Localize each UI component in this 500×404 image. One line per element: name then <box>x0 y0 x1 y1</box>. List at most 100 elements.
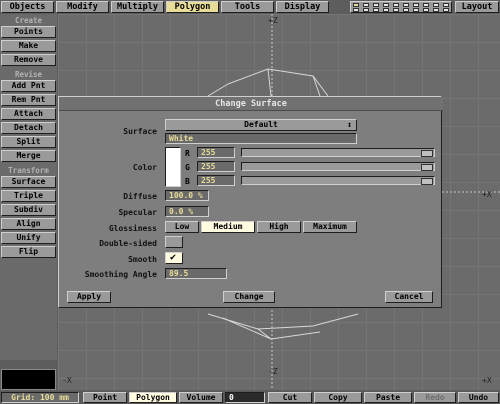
glossiness-medium[interactable]: Medium <box>201 221 255 233</box>
layer-cell[interactable] <box>393 3 399 7</box>
layer-cell[interactable] <box>433 3 439 7</box>
remove-button[interactable]: Remove <box>1 54 56 66</box>
layer-cell[interactable] <box>413 3 419 7</box>
tab-modify[interactable]: Modify <box>56 1 109 13</box>
red-slider-knob[interactable] <box>421 150 433 157</box>
align-button[interactable]: Align <box>1 218 56 230</box>
diffuse-label: Diffuse <box>123 192 157 201</box>
axis-label-right-bottom: +X <box>482 376 492 385</box>
green-slider-knob[interactable] <box>421 164 433 171</box>
glossiness-label: Glossiness <box>108 224 157 233</box>
merge-button[interactable]: Merge <box>1 150 56 162</box>
layer-cell[interactable] <box>443 3 449 7</box>
left-toolbar: Create Points Make Remove Revise Add Pnt… <box>0 14 57 360</box>
unify-button[interactable]: Unify <box>1 232 56 244</box>
axis-label-left-bottom: -X <box>62 376 72 385</box>
layer-cell[interactable] <box>353 8 359 12</box>
triple-button[interactable]: Triple <box>1 190 56 202</box>
paste-button[interactable]: Paste <box>364 392 412 403</box>
layer-grid[interactable] <box>350 1 452 13</box>
dialog-title: Change Surface <box>59 97 443 111</box>
point-mode-button[interactable]: Point <box>83 392 127 403</box>
blue-value-field[interactable]: 255 <box>197 175 235 186</box>
smoothing-angle-label: Smoothing Angle <box>84 270 157 279</box>
layer-cell[interactable] <box>443 8 449 12</box>
preview-box <box>1 369 56 390</box>
dropdown-arrows-icon: ↕ <box>347 120 352 129</box>
tab-objects[interactable]: Objects <box>1 1 54 13</box>
copy-button[interactable]: Copy <box>314 392 362 403</box>
layer-cell[interactable] <box>423 3 429 7</box>
redo-button[interactable]: Redo <box>414 392 456 403</box>
glossiness-high[interactable]: High <box>257 221 301 233</box>
layer-cell[interactable] <box>373 3 379 7</box>
axis-label-right: +X <box>482 190 492 199</box>
red-channel-label: R <box>185 149 190 158</box>
undo-button[interactable]: Undo <box>458 392 499 403</box>
color-swatch[interactable] <box>165 147 181 187</box>
create-group-label: Create <box>14 16 43 25</box>
add-point-button[interactable]: Add Pnt <box>1 80 56 92</box>
layout-button[interactable]: Layout <box>455 1 499 13</box>
subdivide-button[interactable]: Subdiv <box>1 204 56 216</box>
diffuse-field[interactable]: 100.0 % <box>165 190 209 201</box>
green-slider[interactable] <box>241 162 435 171</box>
remove-point-button[interactable]: Rem Pnt <box>1 94 56 106</box>
split-button[interactable]: Split <box>1 136 56 148</box>
attach-button[interactable]: Attach <box>1 108 56 120</box>
color-label: Color <box>132 163 157 172</box>
axis-label-top: +Z <box>268 16 278 25</box>
layer-cell[interactable] <box>393 8 399 12</box>
smoothing-angle-field[interactable]: 89.5 <box>165 268 227 279</box>
cancel-button[interactable]: Cancel <box>385 291 433 303</box>
surface-dropdown-value: Default <box>244 120 278 129</box>
red-value-field[interactable]: 255 <box>197 147 235 158</box>
layer-cell[interactable] <box>363 3 369 7</box>
blue-slider[interactable] <box>241 176 435 185</box>
polygon-mode-button[interactable]: Polygon <box>129 392 177 403</box>
checkmark-icon: ✔ <box>170 252 177 263</box>
tab-multiply[interactable]: Multiply <box>111 1 164 13</box>
selection-count: 0 <box>225 392 265 403</box>
axis-label-bottom: -Z <box>268 367 278 376</box>
glossiness-low[interactable]: Low <box>165 221 199 233</box>
surface-button[interactable]: Surface <box>1 176 56 188</box>
layer-cell[interactable] <box>433 8 439 12</box>
red-slider[interactable] <box>241 148 435 157</box>
layer-cell[interactable] <box>403 8 409 12</box>
layer-cell[interactable] <box>363 8 369 12</box>
blue-slider-knob[interactable] <box>421 178 433 185</box>
surface-name-field[interactable]: White <box>165 133 357 144</box>
revise-group-label: Revise <box>14 70 43 79</box>
detach-button[interactable]: Detach <box>1 122 56 134</box>
make-button[interactable]: Make <box>1 40 56 52</box>
layer-cell[interactable] <box>413 8 419 12</box>
layer-cell[interactable] <box>383 3 389 7</box>
transform-group-label: Transform <box>8 166 49 175</box>
surface-dropdown[interactable]: Default ↕ <box>165 119 357 131</box>
tab-display[interactable]: Display <box>276 1 329 13</box>
glossiness-maximum[interactable]: Maximum <box>303 221 357 233</box>
green-value-field[interactable]: 255 <box>197 161 235 172</box>
smooth-checkbox[interactable]: ✔ <box>165 252 183 264</box>
layer-cell[interactable] <box>403 3 409 7</box>
points-button[interactable]: Points <box>1 26 56 38</box>
specular-field[interactable]: 0.0 % <box>165 206 209 217</box>
layer-cell[interactable] <box>383 8 389 12</box>
tab-polygon[interactable]: Polygon <box>166 1 219 13</box>
flip-button[interactable]: Flip <box>1 246 56 258</box>
layer-cell[interactable] <box>373 8 379 12</box>
layer-cell[interactable] <box>423 8 429 12</box>
change-surface-dialog: Change Surface Surface Default ↕ White C… <box>58 96 443 308</box>
layer-cell[interactable] <box>353 3 359 7</box>
apply-button[interactable]: Apply <box>67 291 111 303</box>
double-sided-checkbox[interactable] <box>165 236 183 248</box>
surface-label: Surface <box>123 127 157 136</box>
cut-button[interactable]: Cut <box>268 392 312 403</box>
double-sided-label: Double-sided <box>99 239 157 248</box>
change-button[interactable]: Change <box>223 291 275 303</box>
status-bar: Grid: 100 mm Point Polygon Volume 0 Cut … <box>0 391 500 404</box>
tab-tools[interactable]: Tools <box>221 1 274 13</box>
volume-mode-button[interactable]: Volume <box>179 392 223 403</box>
specular-label: Specular <box>118 208 157 217</box>
